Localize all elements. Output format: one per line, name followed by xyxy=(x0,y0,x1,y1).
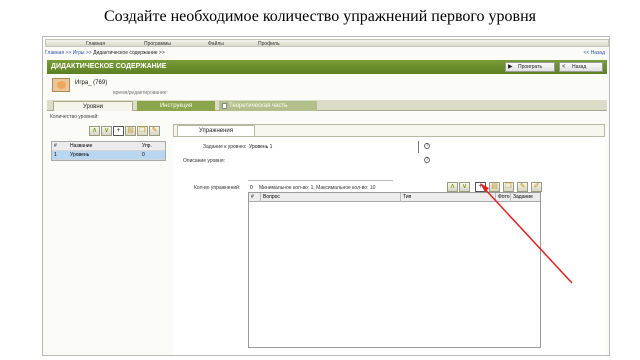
description-label: Описание уровня: xyxy=(183,158,225,164)
exercise-delete-button[interactable]: ✐ xyxy=(531,182,542,192)
menu-item-profile[interactable]: Профиль xyxy=(258,40,280,48)
table-row[interactable]: 1 Уровень 0 xyxy=(52,151,165,160)
breadcrumb-games[interactable]: Игры >> xyxy=(73,50,92,56)
help-icon[interactable]: ? xyxy=(424,157,430,163)
menu-item-programs[interactable]: Программы xyxy=(144,40,171,48)
level-edit-button[interactable]: ▤ xyxy=(125,126,136,136)
tab-exercises[interactable]: Упражнения xyxy=(177,125,255,136)
play-icon: ▶ xyxy=(508,64,513,70)
breadcrumb-current: Дидактическое содержание >> xyxy=(93,50,165,56)
levels-table: # Название Упр. 1 Уровень 0 xyxy=(51,141,166,161)
level-copy-button[interactable]: ❐ xyxy=(137,126,148,136)
delete-icon: ✐ xyxy=(533,183,540,190)
section-title: ДИДАКТИЧЕСКОЕ СОДЕРЖАНИЕ xyxy=(51,63,167,70)
add-icon: + xyxy=(116,127,121,134)
level-add-button[interactable]: + xyxy=(113,126,124,136)
level-down-button[interactable]: ∨ xyxy=(101,126,112,136)
tab-levels[interactable]: Уровни xyxy=(53,101,133,111)
menu-item-files[interactable]: Файлы xyxy=(208,40,224,48)
edit-icon: ▤ xyxy=(127,127,134,134)
delete-icon: ✎ xyxy=(151,127,158,134)
settings-icon: ✎ xyxy=(519,183,526,190)
arrow-down-icon: ∨ xyxy=(461,183,468,190)
level-delete-button[interactable]: ✎ xyxy=(149,126,160,136)
edit-icon: ▤ xyxy=(491,183,498,190)
exercise-add-button[interactable]: + xyxy=(475,182,486,192)
breadcrumb-back-link[interactable]: << Назад xyxy=(583,49,605,57)
game-name: Игра_ (769) xyxy=(75,80,108,86)
back-button[interactable]: < Назад xyxy=(559,62,603,72)
menu-item-home[interactable]: Главная xyxy=(86,40,105,48)
exercise-copy-button[interactable]: ❐ xyxy=(503,182,514,192)
exercise-down-button[interactable]: ∨ xyxy=(459,182,470,192)
exercises-table: # Вопрос Тип Фото Задание xyxy=(248,192,541,348)
exercise-count-value: 0 xyxy=(250,185,253,191)
top-menu: Главная Программы Файлы Профиль xyxy=(45,39,609,47)
exercise-count-note: Минимальное кол-во: 1, Максимальное кол-… xyxy=(259,185,376,191)
copy-icon: ❐ xyxy=(139,127,146,134)
copy-icon: ❐ xyxy=(505,183,512,190)
slide-title: Создайте необходимое количество упражнен… xyxy=(103,8,537,25)
section-header: ДИДАКТИЧЕСКОЕ СОДЕРЖАНИЕ ▶ Проиграть < Н… xyxy=(47,60,607,74)
play-button[interactable]: ▶ Проиграть xyxy=(505,62,555,72)
task-field[interactable]: Уровень 1 xyxy=(249,144,272,150)
game-thumbnail xyxy=(52,78,70,92)
help-icon[interactable]: ? xyxy=(424,143,430,149)
game-subtitle: время/редактирование: xyxy=(113,90,168,96)
exercise-count-label: Кол-во упражнений: xyxy=(194,185,241,191)
arrow-up-icon: ∧ xyxy=(91,127,98,134)
breadcrumb: Главная >> Игры >> Дидактическое содержа… xyxy=(43,49,609,57)
exercises-table-header: # Вопрос Тип Фото Задание xyxy=(249,193,540,202)
tab-bar: Уровни Инструкция Теоретическая часть xyxy=(47,100,607,111)
task-label: Задание к уровню: xyxy=(203,144,247,150)
levels-count-label: Количество уровней: xyxy=(50,114,99,120)
tab-theory[interactable]: Теоретическая часть xyxy=(219,101,317,111)
add-icon: + xyxy=(478,183,483,190)
arrow-down-icon: ∨ xyxy=(103,127,110,134)
arrow-up-icon: ∧ xyxy=(449,183,456,190)
tab-instruction[interactable]: Инструкция xyxy=(137,101,215,111)
document-icon xyxy=(222,103,227,109)
exercise-settings-button[interactable]: ✎ xyxy=(517,182,528,192)
exercise-up-button[interactable]: ∧ xyxy=(447,182,458,192)
app-window: Главная Программы Файлы Профиль Главная … xyxy=(42,36,610,356)
breadcrumb-home[interactable]: Главная >> xyxy=(45,50,71,56)
back-arrow-icon: < xyxy=(562,64,566,70)
levels-table-header: # Название Упр. xyxy=(52,142,165,151)
exercise-edit-button[interactable]: ▤ xyxy=(489,182,500,192)
level-up-button[interactable]: ∧ xyxy=(89,126,100,136)
